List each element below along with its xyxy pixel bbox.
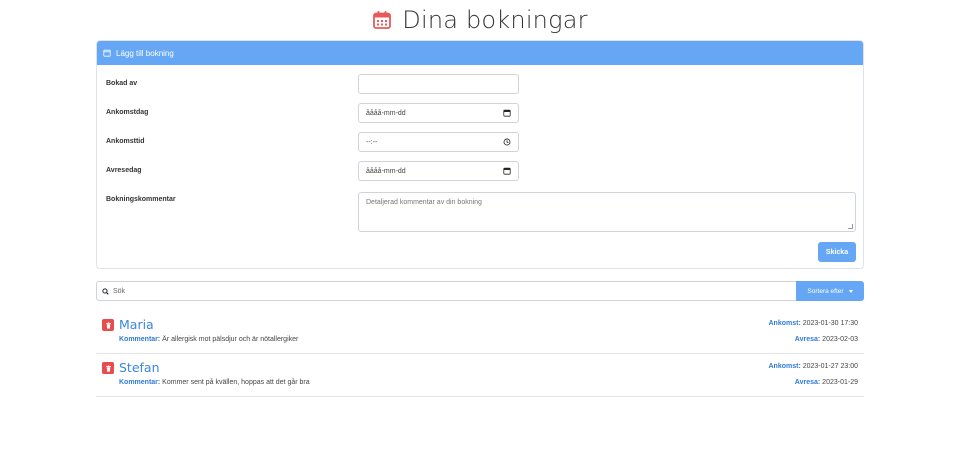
- sort-label: Sortera efter: [807, 287, 844, 295]
- booking-arrival: Ankomst: 2023-01-27 23:00: [768, 363, 859, 370]
- departure-date-input[interactable]: åååå-mm-dd: [358, 161, 519, 181]
- page-header: Dina bokningar: [0, 6, 960, 34]
- card-header: Lägg till bokning: [97, 41, 863, 65]
- calendar-icon: [373, 11, 392, 29]
- booking-name[interactable]: Stefan: [119, 360, 160, 375]
- search-input[interactable]: Sök: [96, 281, 796, 301]
- booking-departure: Avresa: 2023-01-29: [794, 379, 858, 386]
- booking-departure: Avresa: 2023-02-03: [794, 336, 858, 343]
- arrival-date-label: Ankomstdag: [106, 109, 149, 116]
- chevron-down-icon: [848, 289, 853, 293]
- page-title: Dina bokningar: [402, 6, 588, 34]
- comment-textarea[interactable]: Detaljerad kommentar av din bokning: [358, 192, 856, 232]
- search-placeholder: Sök: [113, 287, 126, 295]
- arrival-time-input[interactable]: --:--: [358, 132, 519, 152]
- calendar-small-icon: [103, 49, 111, 57]
- arrival-time-label: Ankomsttid: [106, 138, 145, 145]
- booking-comment: Kommentar: Kommer sent på kvällen, hoppa…: [119, 379, 310, 386]
- booking-arrival: Ankomst: 2023-01-30 17:30: [768, 320, 859, 327]
- search-bar: Sök Sortera efter: [96, 281, 864, 301]
- resize-handle[interactable]: [848, 224, 853, 229]
- booked-by-label: Bokad av: [106, 80, 138, 87]
- booking-item: Maria Kommentar: Är allergisk mot pälsdj…: [96, 312, 864, 354]
- search-icon: [102, 287, 109, 295]
- delete-button[interactable]: [102, 319, 114, 331]
- delete-button[interactable]: [102, 362, 114, 374]
- card-header-title: Lägg till bokning: [116, 48, 174, 58]
- comment-placeholder: Detaljerad kommentar av din bokning: [366, 199, 482, 206]
- trash-icon: [105, 364, 111, 372]
- add-booking-card: Lägg till bokning Bokad av Ankomstdag åå…: [96, 40, 864, 269]
- trash-icon: [105, 321, 111, 329]
- booked-by-input[interactable]: [358, 74, 519, 94]
- booking-item: Stefan Kommentar: Kommer sent på kvällen…: [96, 355, 864, 397]
- clock-icon[interactable]: [503, 138, 511, 146]
- comment-label: Bokningskommentar: [106, 196, 176, 203]
- calendar-picker-icon[interactable]: [503, 167, 511, 175]
- booking-comment: Kommentar: Är allergisk mot pälsdjur och…: [119, 336, 299, 343]
- sort-dropdown-button[interactable]: Sortera efter: [796, 281, 864, 301]
- calendar-picker-icon[interactable]: [503, 109, 511, 117]
- booking-name[interactable]: Maria: [119, 317, 154, 332]
- submit-button[interactable]: Skicka: [818, 242, 856, 262]
- departure-date-label: Avresedag: [106, 167, 142, 174]
- arrival-date-input[interactable]: åååå-mm-dd: [358, 103, 519, 123]
